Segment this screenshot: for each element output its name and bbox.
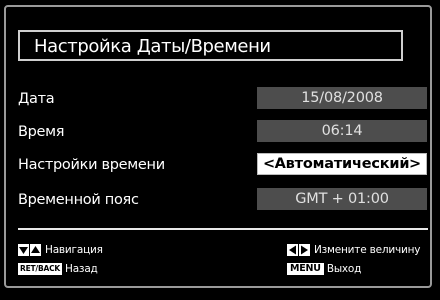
hint-change: Измените величину	[287, 243, 421, 257]
title-box: Настройка Даты/Времени	[18, 30, 403, 61]
hint-back: RET/BACK Назад	[18, 262, 98, 276]
triangle-up-icon	[30, 244, 41, 256]
exit-hint-text: Выход	[326, 263, 362, 275]
time-settings-value: Автоматический	[274, 156, 410, 172]
chevron-right-icon[interactable]: >	[409, 154, 421, 174]
time-value[interactable]: 06:14	[257, 120, 427, 142]
timezone-label: Временной пояс	[18, 192, 139, 208]
time-label: Время	[18, 124, 65, 140]
time-settings-label: Настройки времени	[18, 157, 165, 173]
back-hint-text: Назад	[65, 263, 98, 275]
hint-exit: MENU Выход	[287, 262, 361, 276]
date-label: Дата	[18, 91, 55, 107]
row-timezone[interactable]: Временной пояс GMT + 01:00	[18, 188, 428, 212]
timezone-value[interactable]: GMT + 01:00	[257, 188, 427, 210]
time-settings-selector[interactable]: < Автоматический >	[257, 153, 427, 175]
page-title: Настройка Даты/Времени	[34, 36, 271, 57]
triangle-down-icon	[18, 244, 29, 256]
chevron-left-icon[interactable]: <	[263, 154, 275, 174]
row-time-settings[interactable]: Настройки времени < Автоматический >	[18, 153, 428, 177]
nav-hint-text: Навигация	[45, 244, 103, 256]
ret-back-key: RET/BACK	[18, 263, 62, 275]
row-time[interactable]: Время 06:14	[18, 120, 428, 144]
hint-navigation: Навигация	[18, 243, 103, 257]
date-value[interactable]: 15/08/2008	[257, 87, 427, 109]
change-hint-text: Измените величину	[314, 244, 421, 256]
triangle-right-icon	[299, 244, 310, 256]
triangle-left-icon	[287, 244, 298, 256]
divider	[18, 228, 428, 230]
menu-key: MENU	[287, 263, 324, 275]
row-date[interactable]: Дата 15/08/2008	[18, 87, 428, 111]
